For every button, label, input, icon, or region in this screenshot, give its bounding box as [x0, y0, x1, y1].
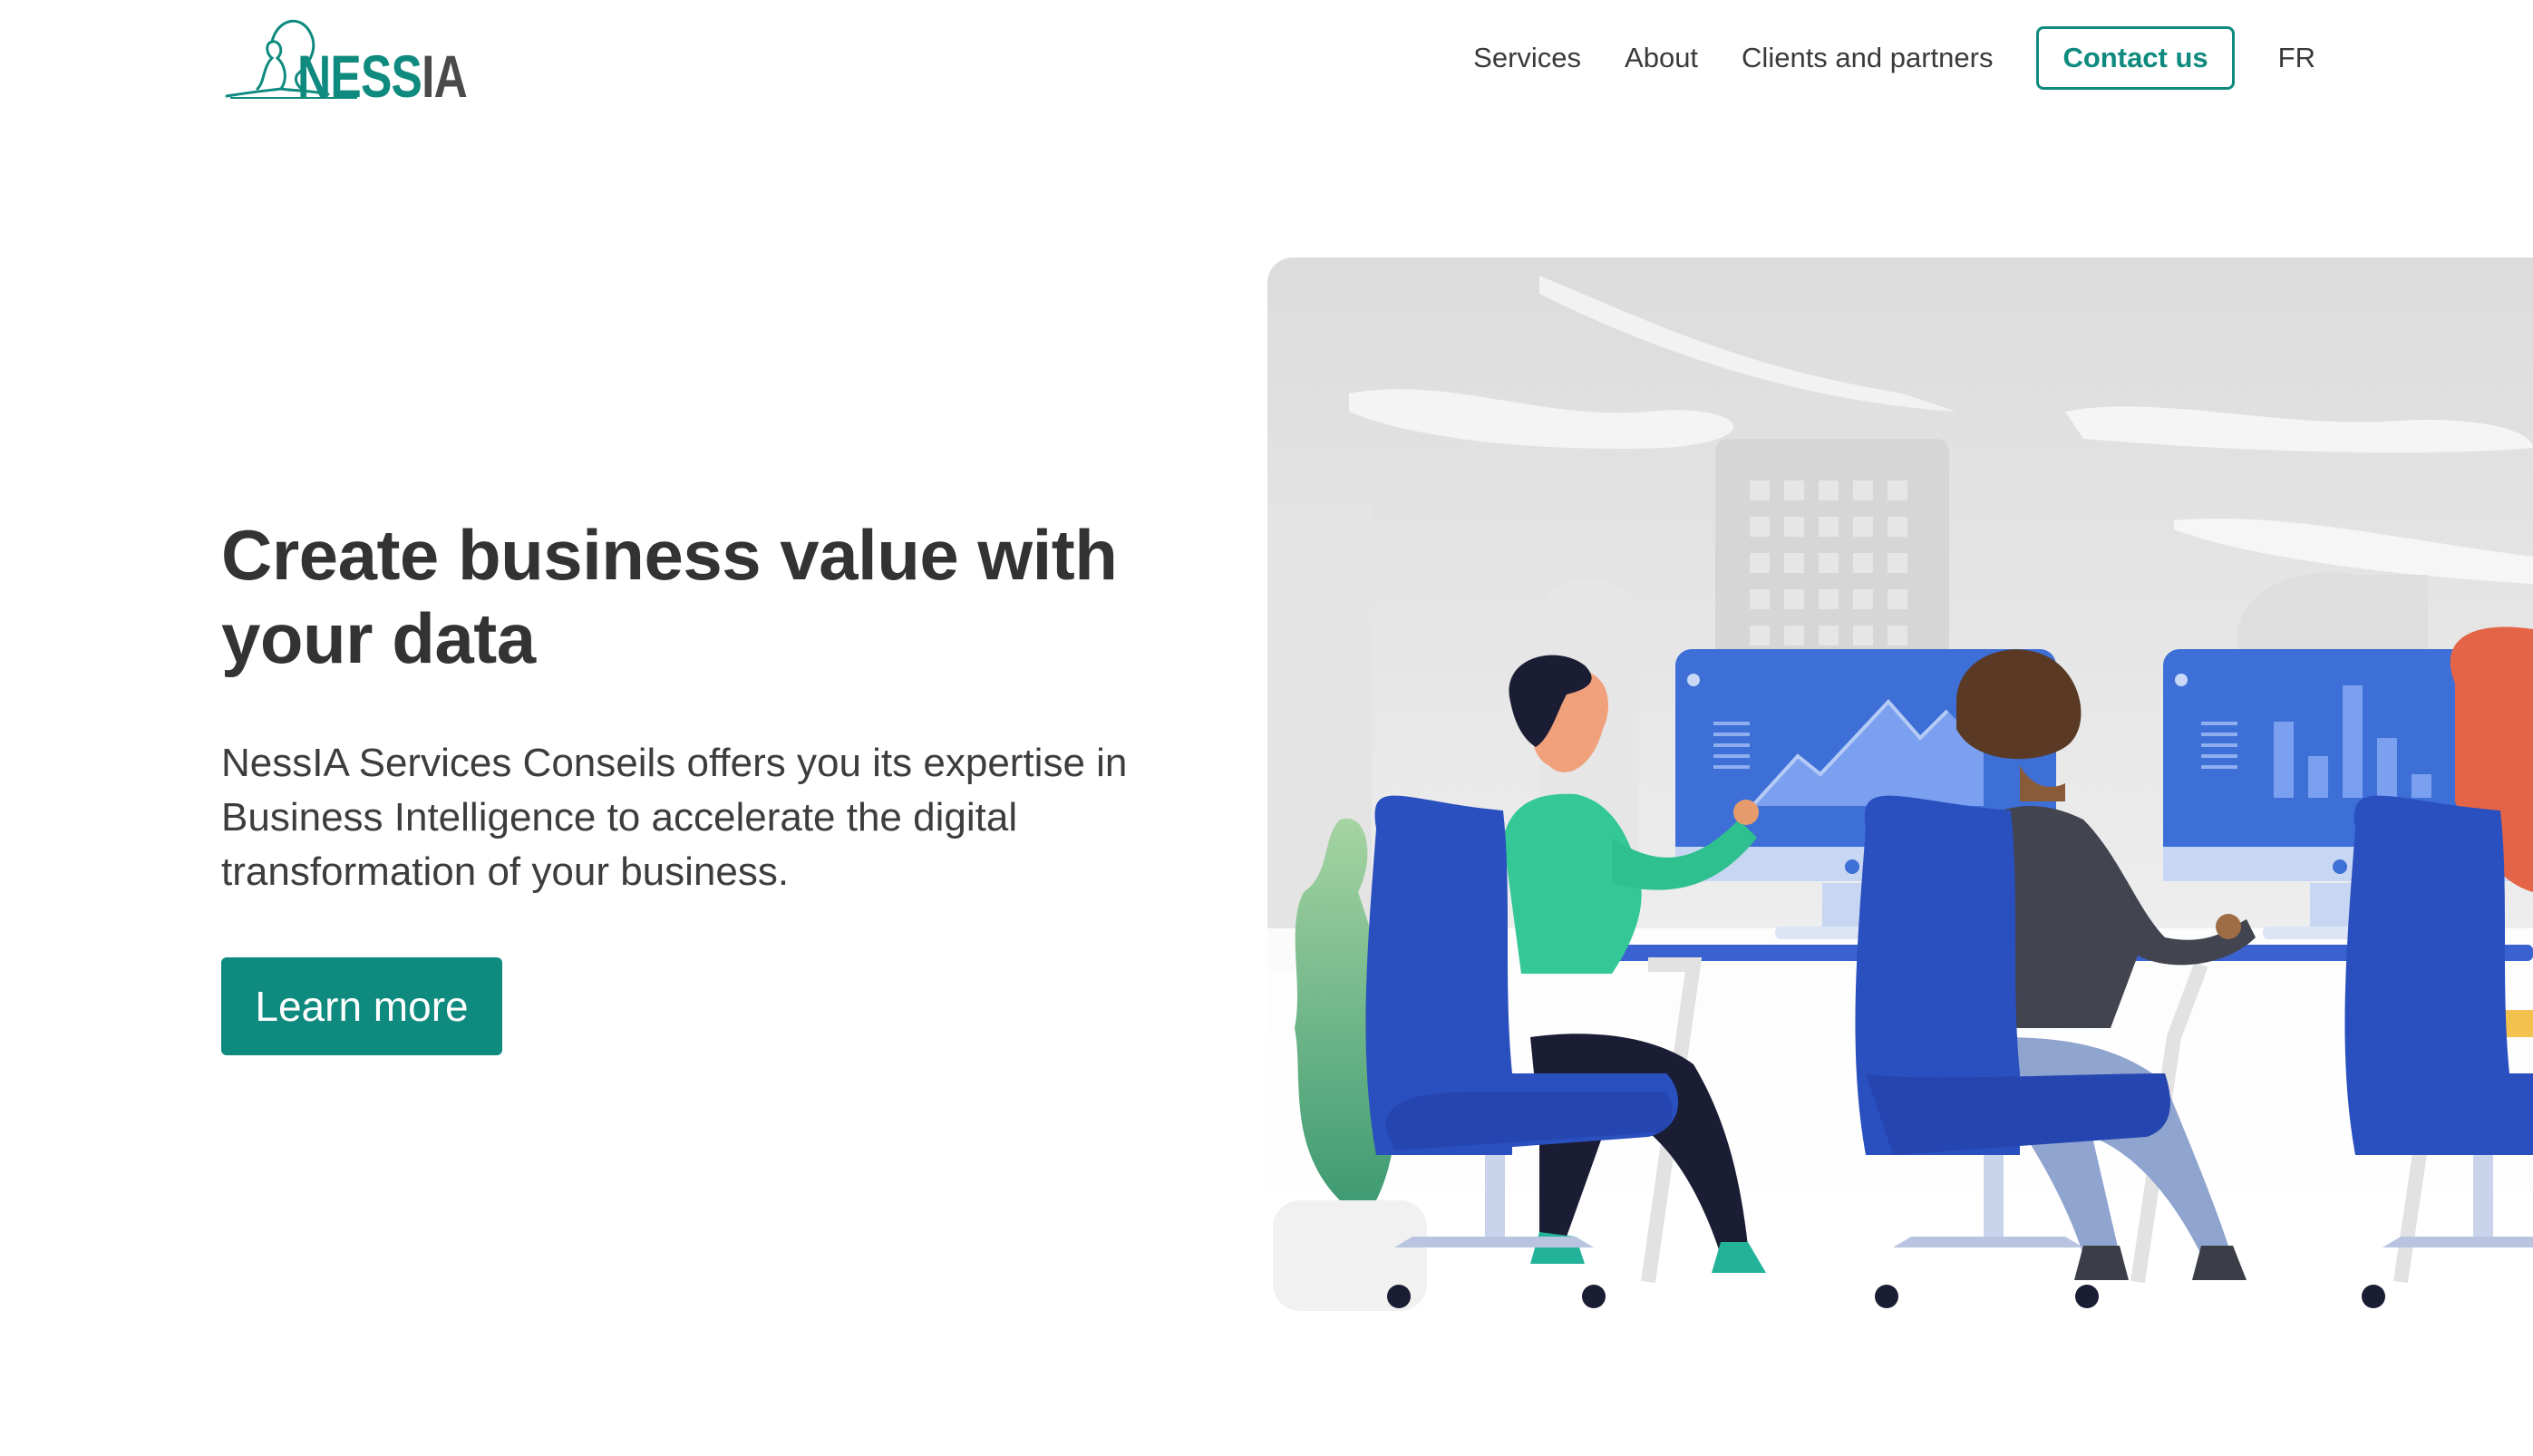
site-header: NESSIA Services About Clients and partne…: [0, 0, 2533, 118]
office-team-illustration: [1267, 257, 2533, 1311]
main-nav: Services About Clients and partners Cont…: [1451, 25, 2315, 91]
language-switch-fr[interactable]: FR: [2256, 42, 2315, 74]
logo-text-ness: NESS: [297, 43, 422, 110]
nessia-logo[interactable]: NESSIA: [221, 15, 468, 110]
contact-us-button[interactable]: Contact us: [2036, 26, 2235, 90]
logo-wordmark: NESSIA: [297, 42, 468, 111]
hero-illustration: [1267, 257, 2533, 1311]
learn-more-button[interactable]: Learn more: [221, 957, 502, 1055]
hero-description: NessIA Services Conseils offers you its …: [221, 741, 1128, 894]
nav-link-clients[interactable]: Clients and partners: [1720, 42, 2014, 74]
landing-page: NESSIA Services About Clients and partne…: [0, 0, 2533, 1456]
hero-title: Create business value with your data: [221, 515, 1118, 678]
logo-text-ia: IA: [422, 43, 468, 110]
nav-link-services[interactable]: Services: [1451, 42, 1603, 74]
nav-link-about[interactable]: About: [1603, 42, 1720, 74]
